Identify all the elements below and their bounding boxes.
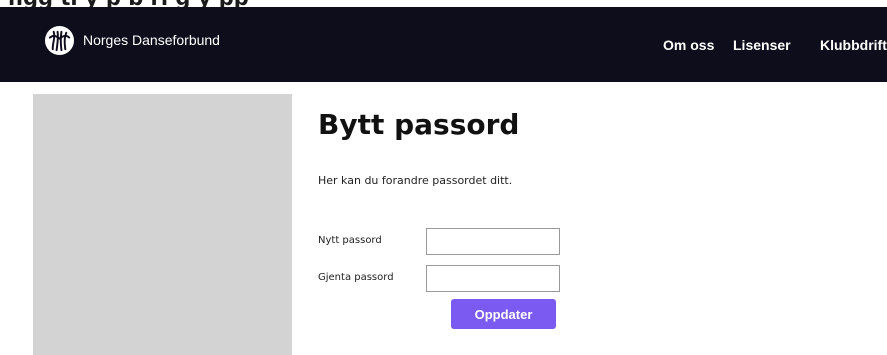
- sidebar-image-placeholder: [33, 94, 292, 355]
- brand-link[interactable]: Norges Danseforbund: [44, 25, 220, 55]
- nav-item-om-oss[interactable]: Om oss: [663, 37, 714, 53]
- intro-text: Her kan du forandre passordet ditt.: [318, 174, 513, 187]
- nav-item-klubbdrift[interactable]: Klubbdrift: [820, 37, 887, 53]
- new-password-input[interactable]: [426, 228, 560, 255]
- repeat-password-input[interactable]: [426, 265, 560, 292]
- update-button[interactable]: Oppdater: [451, 299, 556, 329]
- page-title: Bytt passord: [318, 108, 520, 141]
- nav-item-lisenser[interactable]: Lisenser: [733, 37, 791, 53]
- brand-name: Norges Danseforbund: [83, 32, 220, 48]
- new-password-label: Nytt passord: [318, 235, 382, 246]
- dancers-logo-icon: [44, 25, 75, 55]
- site-header: Norges Danseforbund Om oss Lisenser Klub…: [0, 7, 887, 82]
- repeat-password-label: Gjenta passord: [318, 272, 394, 283]
